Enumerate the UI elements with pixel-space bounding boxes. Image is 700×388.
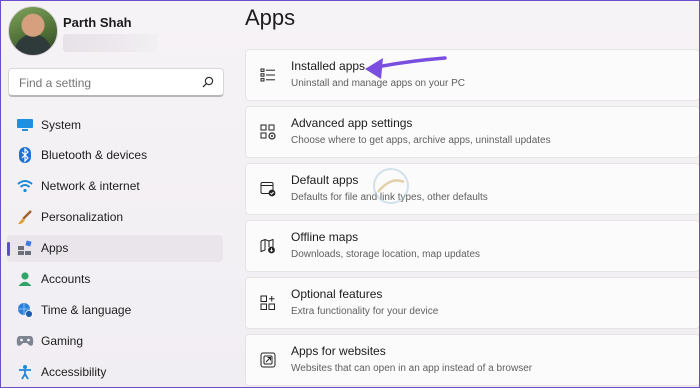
sidebar-item-label: Network & internet	[41, 179, 140, 194]
optional-features-icon	[260, 295, 275, 310]
sidebar-item-personalization[interactable]: Personalization	[7, 204, 223, 231]
sidebar-item-label: Apps	[41, 241, 69, 256]
annotation-arrow	[365, 56, 447, 79]
sidebar-item-label: Accessibility	[41, 364, 107, 379]
list-icon	[260, 68, 275, 82]
installed-apps-card[interactable]: Installed apps Uninstall and manage apps…	[245, 49, 699, 101]
apps-for-websites-card[interactable]: Apps for websites Websites that can open…	[245, 334, 699, 386]
bluetooth-icon	[16, 146, 34, 164]
settings-window: Parth Shah System Bluetooth & devices	[0, 0, 700, 388]
sidebar-item-label: Bluetooth & devices	[41, 148, 148, 163]
user-profile[interactable]: Parth Shah	[8, 6, 208, 56]
accessibility-icon	[16, 363, 34, 381]
sidebar-item-bluetooth[interactable]: Bluetooth & devices	[7, 142, 223, 169]
apps-icon	[16, 239, 34, 257]
search-input[interactable]	[17, 73, 201, 93]
card-subtitle: Choose where to get apps, archive apps, …	[291, 135, 551, 146]
card-subtitle: Downloads, storage location, map updates	[291, 249, 481, 260]
redacted-email	[63, 34, 158, 52]
card-title: Advanced app settings	[291, 116, 413, 130]
sidebar-item-label: Accounts	[41, 271, 91, 286]
sidebar-item-time-language[interactable]: Time & language	[7, 296, 223, 323]
card-title: Optional features	[291, 287, 383, 301]
globe-clock-icon	[16, 301, 34, 319]
gamepad-icon	[16, 332, 34, 350]
user-name: Parth Shah	[63, 15, 132, 30]
default-apps-card[interactable]: Default apps Defaults for file and link …	[245, 163, 699, 215]
map-download-icon	[260, 238, 275, 254]
card-subtitle: Websites that can open in an app instead…	[291, 363, 533, 374]
card-title: Apps for websites	[291, 344, 386, 358]
person-icon	[16, 270, 34, 288]
page-title: Apps	[245, 5, 296, 30]
search-box[interactable]	[8, 68, 224, 97]
watermark-logo	[373, 168, 409, 204]
apps-settings-list: Installed apps Uninstall and manage apps…	[245, 49, 699, 387]
search-icon[interactable]	[201, 75, 215, 89]
card-subtitle: Extra functionality for your device	[291, 306, 439, 317]
sidebar-item-apps[interactable]: Apps	[7, 234, 223, 262]
sidebar-item-network[interactable]: Network & internet	[7, 173, 223, 200]
open-in-app-icon	[260, 352, 276, 368]
sidebar-item-system[interactable]: System	[7, 111, 223, 138]
default-apps-icon	[260, 182, 276, 197]
sidebar-item-accounts[interactable]: Accounts	[7, 265, 223, 292]
sidebar-item-label: System	[41, 117, 82, 132]
sidebar-item-label: Personalization	[41, 210, 124, 225]
card-title: Installed apps	[291, 59, 366, 73]
optional-features-card[interactable]: Optional features Extra functionality fo…	[245, 277, 699, 329]
wifi-icon	[16, 177, 34, 195]
sidebar-nav: System Bluetooth & devices Network & int…	[7, 111, 223, 387]
sidebar-item-gaming[interactable]: Gaming	[7, 327, 223, 354]
advanced-app-settings-card[interactable]: Advanced app settings Choose where to ge…	[245, 106, 699, 158]
offline-maps-card[interactable]: Offline maps Downloads, storage location…	[245, 220, 699, 272]
card-title: Default apps	[291, 173, 359, 187]
sidebar-item-label: Gaming	[41, 333, 84, 348]
sidebar-item-label: Time & language	[41, 302, 132, 317]
avatar	[8, 6, 58, 56]
monitor-icon	[16, 116, 34, 134]
sidebar-item-accessibility[interactable]: Accessibility	[7, 358, 223, 385]
card-title: Offline maps	[291, 230, 359, 244]
app-settings-icon	[260, 124, 276, 140]
brush-icon	[16, 208, 34, 226]
